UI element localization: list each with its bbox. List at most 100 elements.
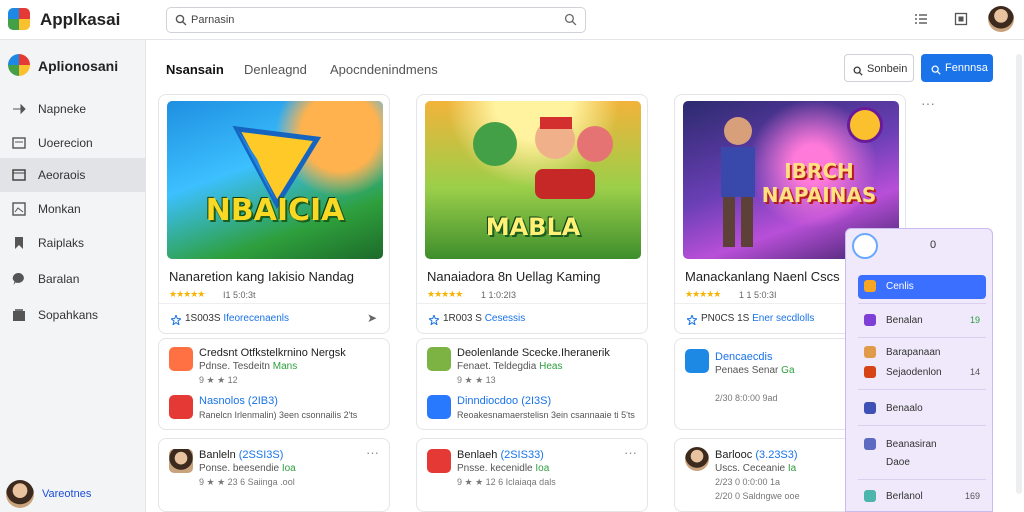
divider xyxy=(858,303,986,304)
list-item-tag: Ga xyxy=(781,365,795,376)
panel-item[interactable]: Benaalo xyxy=(858,397,986,421)
footer-count: 1S003S xyxy=(185,313,221,324)
game-cover-image[interactable]: NBAICIA xyxy=(167,101,383,259)
panel-item[interactable]: Benalan 19 xyxy=(858,309,986,333)
divider xyxy=(858,337,986,338)
panel-item-label: Barapanaan xyxy=(886,347,941,358)
scrollbar[interactable] xyxy=(1016,54,1022,494)
card-footer[interactable]: PN0CS 1S Ener secdlolls xyxy=(701,313,814,324)
list-item-rating: 2/30 8:0:00 9ad xyxy=(715,393,778,403)
stack-icon xyxy=(12,308,26,322)
sidebar-item-monkan[interactable]: Monkan xyxy=(0,192,146,226)
list-item-name: Barlooc xyxy=(715,449,756,461)
search-button[interactable]: Sonbein xyxy=(844,54,914,82)
divider xyxy=(159,303,389,304)
app-icon[interactable] xyxy=(169,347,193,371)
list-item-tag: Mans xyxy=(272,361,298,372)
list-item-subtitle: Reoakesnamaerstelisn 3ein csannaaie ti 5… xyxy=(457,410,635,420)
list-item-title[interactable]: Benlaeh (2SIS33) xyxy=(457,449,544,461)
list-item-title[interactable]: Banleln (2SSI3S) xyxy=(199,449,283,461)
panel-item[interactable]: Cenlis xyxy=(858,275,986,299)
panel-app-icon[interactable] xyxy=(852,233,878,259)
sidebar-user-name[interactable]: Vareotnes xyxy=(42,488,91,500)
panel-badge: 0 xyxy=(930,239,937,251)
app-icon[interactable] xyxy=(685,349,709,373)
more-options-icon[interactable]: ··· xyxy=(921,95,935,111)
sidebar-item-raiplaks[interactable]: Raiplaks xyxy=(0,226,146,260)
sidebar-item-baralan[interactable]: Baralan xyxy=(0,262,146,296)
arrow-icon xyxy=(12,102,26,116)
list-item-title[interactable]: Dencaecdis xyxy=(715,351,772,363)
footer-link[interactable]: Ener secdlolls xyxy=(752,313,814,324)
panel-item-icon xyxy=(864,402,876,414)
sidebar-item-uoerecion[interactable]: Uoerecion xyxy=(0,126,146,160)
search-box[interactable]: Parnasin xyxy=(166,7,586,33)
list-item-meta: Penaes Senar xyxy=(715,365,782,376)
list-icon xyxy=(12,136,26,150)
rating-value: I1 5:0:3t xyxy=(223,290,256,300)
app-icon[interactable] xyxy=(427,395,451,419)
app-list-card: Banleln (2SSI3S) Ponse. beesendie Ioa 9 … xyxy=(158,438,390,512)
list-item-name: Banleln xyxy=(199,449,239,461)
panel-item[interactable]: Berlanol 169 xyxy=(858,485,986,509)
panel-item[interactable]: Daoe xyxy=(858,451,986,475)
tab-apocndenindmens[interactable]: Apocndenindmens xyxy=(330,62,438,77)
sidebar-item-label: Baralan xyxy=(38,272,80,286)
list-item-meta: Fenaet. Teldegdia xyxy=(457,361,540,372)
list-item-rating: 9 ★ ★ 12 6 Iclaiaqa dals xyxy=(457,477,556,487)
search-icon[interactable] xyxy=(564,13,577,31)
card-footer[interactable]: 1R003 S Cesessis xyxy=(443,313,525,324)
rating-value: 1 1:0:2I3 xyxy=(481,290,517,300)
sidebar-user-avatar[interactable] xyxy=(6,480,34,508)
tab-nsansain[interactable]: Nsansain xyxy=(166,62,224,77)
search-input[interactable]: Parnasin xyxy=(191,14,234,26)
primary-button[interactable]: Fennnsa xyxy=(921,54,993,82)
app-icon[interactable] xyxy=(685,447,709,471)
app-icon[interactable] xyxy=(169,395,193,419)
send-icon[interactable]: ➤ xyxy=(367,311,377,325)
panel-item-label: Cenlis xyxy=(886,281,914,292)
footer-link[interactable]: Ifeorecenaenls xyxy=(223,313,289,324)
list-item-subtitle: Uscs. Ceceanie Ia xyxy=(715,463,796,474)
featured-card[interactable]: MABLA Nanaiadora 8n Uellag Kaming ★★★★★ … xyxy=(416,94,648,334)
sidebar-item-aeoraois[interactable]: Aeoraois xyxy=(0,158,146,192)
list-view-icon[interactable] xyxy=(914,12,928,31)
panel-item-label: Berlanol xyxy=(886,491,923,502)
list-item-meta: 2/23 0 0:0:00 1a xyxy=(715,477,781,487)
sidebar-item-napneke[interactable]: Napneke xyxy=(0,92,146,126)
panel-item[interactable]: Sejaodenlon 14 xyxy=(858,361,986,385)
list-item-title[interactable]: Credsnt Otfkstelkrnino Nergsk xyxy=(199,347,346,359)
divider xyxy=(858,479,986,480)
app-icon[interactable] xyxy=(169,449,193,473)
list-item-count: (2SSI3S) xyxy=(238,449,284,461)
badge-emblem-icon xyxy=(847,107,883,143)
grid-view-icon[interactable] xyxy=(954,12,968,31)
footer-count: PN0CS 1S xyxy=(701,313,750,324)
sidebar-item-label: Aeoraois xyxy=(38,168,86,182)
footer-count: 1R003 S xyxy=(443,313,482,324)
list-item-subtitle: Pdnse. Tesdeitn Mans xyxy=(199,361,297,372)
more-options-icon[interactable]: ··· xyxy=(366,445,379,460)
list-item-name: Benlaeh xyxy=(457,449,501,461)
featured-card[interactable]: NBAICIA Nanaretion kang Iakisio Nandag ★… xyxy=(158,94,390,334)
tab-denleagnd[interactable]: Denleagnd xyxy=(244,62,307,77)
app-icon[interactable] xyxy=(427,449,451,473)
footer-link[interactable]: Cesessis xyxy=(485,313,526,324)
panel-item-label: Sejaodenlon xyxy=(886,367,942,378)
more-options-icon[interactable]: ··· xyxy=(624,445,637,460)
search-icon xyxy=(931,62,941,80)
sidebar-item-sopahkans[interactable]: Sopahkans xyxy=(0,298,146,332)
divider xyxy=(858,389,986,390)
list-item-title[interactable]: Barlooc (3.23S3) xyxy=(715,449,798,461)
list-item-title[interactable]: Deolenlande Scecke.Iheranerik xyxy=(457,347,610,359)
card-footer[interactable]: 1S003S Ifeorecenaenls xyxy=(185,313,289,324)
game-title: Nanaiadora 8n Uellag Kaming xyxy=(427,269,601,284)
user-avatar[interactable] xyxy=(988,6,1014,32)
list-item-tag: Ioa xyxy=(281,463,296,474)
list-item-title[interactable]: Dinndiocdoo (2I3S) xyxy=(457,395,551,407)
primary-button-label: Fennnsa xyxy=(945,62,988,74)
app-icon[interactable] xyxy=(427,347,451,371)
list-item-title[interactable]: Nasnolos (2IB3) xyxy=(199,395,278,407)
game-cover-image[interactable]: MABLA xyxy=(425,101,641,259)
panel-item-icon xyxy=(864,280,876,292)
